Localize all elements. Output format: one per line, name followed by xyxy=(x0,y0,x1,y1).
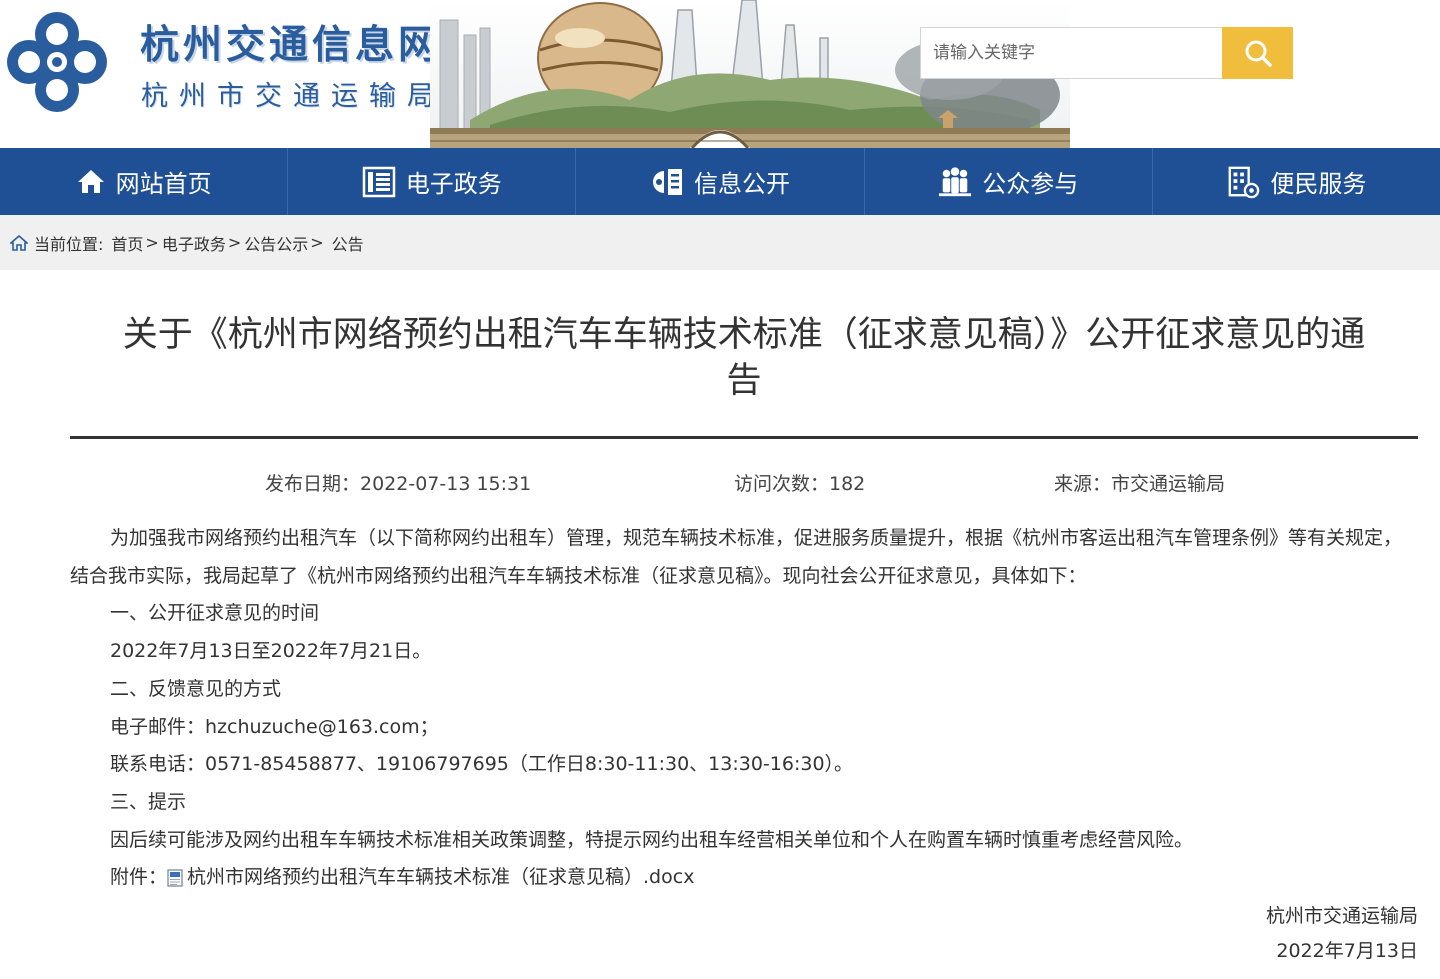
breadcrumb-prefix: 当前位置: xyxy=(34,234,104,254)
home-icon xyxy=(77,169,104,193)
site-header: 杭州交通信息网 杭州市交通运输局 xyxy=(0,0,1440,148)
signature-date: 2022年7月13日 xyxy=(1276,940,1418,963)
paragraph: 联系电话：0571-85458877、19106797695（工作日8:30-1… xyxy=(110,753,854,776)
nav-item-label: 便民服务 xyxy=(1270,170,1367,198)
breadcrumb-home[interactable]: 首页 xyxy=(111,231,143,255)
nav-item-home[interactable]: 网站首页 xyxy=(0,148,287,215)
search-icon xyxy=(1245,40,1272,67)
site-subtitle: 杭州市交通运输局 xyxy=(141,81,445,112)
paragraph: 二、反馈意见的方式 xyxy=(110,677,282,700)
search-input[interactable] xyxy=(920,27,1222,79)
article-body: 为加强我市网络预约出租汽车（以下简称网约出租车）管理，规范车辆技术标准，促进服务… xyxy=(70,520,1418,897)
article-signoff: 杭州市交通运输局 2022年7月13日 xyxy=(70,899,1418,969)
attachment-link[interactable]: 杭州市网络预约出租汽车车辆技术标准（征求意见稿）.docx xyxy=(187,859,694,897)
nav-item-label: 电子政务 xyxy=(405,170,502,198)
paragraph: 2022年7月13日至2022年7月21日。 xyxy=(110,640,432,663)
visit-count: 访问次数：182 xyxy=(734,473,866,495)
service-building-icon xyxy=(1229,166,1260,198)
list-icon xyxy=(362,166,396,197)
breadcrumb-separator: > xyxy=(227,233,242,252)
search-button[interactable] xyxy=(1222,27,1293,79)
paragraph: 一、公开征求意见的时间 xyxy=(110,602,320,625)
article-meta: 发布日期：2022-07-13 15:31 访问次数：182 来源：市交通运输局 xyxy=(70,439,1418,523)
nav-item-info-disclosure[interactable]: 信息公开 xyxy=(575,148,863,215)
breadcrumb: 当前位置: 首页 > 电子政务 > 公告公示 > 公告 xyxy=(0,215,1440,270)
paragraph: 因后续可能涉及网约出租车车辆技术标准相关政策调整，特提示网约出租车经营相关单位和… xyxy=(110,828,1194,851)
breadcrumb-separator: > xyxy=(310,233,324,252)
nav-item-public-participation[interactable]: 公众参与 xyxy=(863,148,1152,215)
article-title: 关于《杭州市网络预约出租汽车车辆技术标准（征求意见稿）》公开征求意见的通告 xyxy=(122,315,1366,401)
paragraph: 电子邮件：hzchuzuche@163.com； xyxy=(110,715,439,738)
nav-item-convenience-services[interactable]: 便民服务 xyxy=(1151,148,1440,215)
nav-item-label: 网站首页 xyxy=(115,170,212,198)
info-board-icon xyxy=(653,168,682,195)
publish-date: 发布日期：2022-07-13 15:31 xyxy=(265,473,532,495)
nav-item-label: 公众参与 xyxy=(982,170,1079,198)
breadcrumb-separator: > xyxy=(145,233,159,252)
paragraph: 三、提示 xyxy=(110,790,187,813)
site-logo-icon[interactable] xyxy=(5,10,109,114)
signature-agency: 杭州市交通运输局 xyxy=(1265,905,1418,928)
location-home-icon xyxy=(10,234,28,251)
breadcrumb-announcements[interactable]: 公告公示 xyxy=(244,231,308,255)
site-title: 杭州交通信息网 xyxy=(140,23,442,68)
paragraph: 为加强我市网络预约出租汽车（以下简称网约出租车）管理，规范车辆技术标准，促进服务… xyxy=(70,527,1403,587)
breadcrumb-e-government[interactable]: 电子政务 xyxy=(162,231,226,255)
main-nav: 网站首页 电子政务 信息公开 公众参与 便民服务 xyxy=(0,148,1440,215)
nav-item-label: 信息公开 xyxy=(694,170,790,198)
word-doc-icon xyxy=(167,869,183,887)
attachment-label: 附件： xyxy=(110,866,168,889)
nav-item-e-government[interactable]: 电子政务 xyxy=(287,148,575,215)
attachment-row: 附件： 杭州市网络预约出租汽车车辆技术标准（征求意见稿）.docx xyxy=(110,859,1418,897)
breadcrumb-notice[interactable]: 公告 xyxy=(332,231,364,255)
people-icon xyxy=(939,166,972,196)
article-source: 来源：市交通运输局 xyxy=(1054,473,1226,495)
article: 关于《杭州市网络预约出租汽车车辆技术标准（征求意见稿）》公开征求意见的通告 发布… xyxy=(0,312,1440,969)
